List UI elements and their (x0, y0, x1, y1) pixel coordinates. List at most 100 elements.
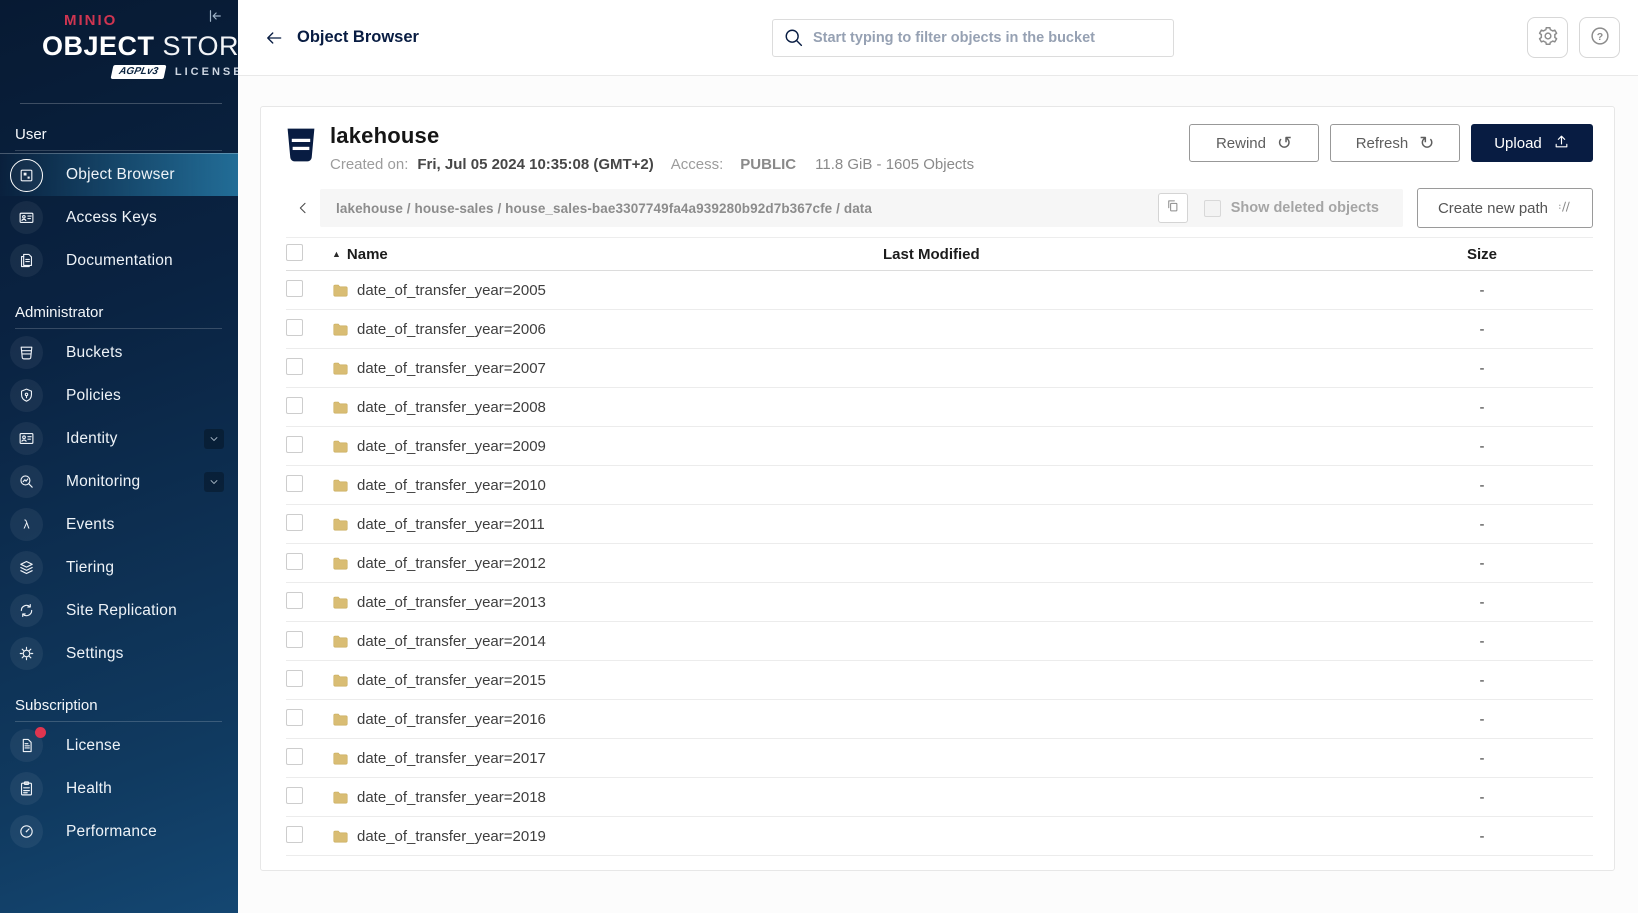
row-checkbox[interactable] (286, 592, 303, 609)
row-checkbox[interactable] (286, 475, 303, 492)
sidebar-section-label: Administrator (0, 298, 238, 328)
sidebar-item-policies[interactable]: Policies (0, 374, 238, 417)
settings-button[interactable] (1527, 17, 1568, 58)
access-keys-icon (10, 201, 43, 234)
object-name[interactable]: date_of_transfer_year=2008 (357, 399, 546, 416)
help-button[interactable]: ? (1579, 17, 1620, 58)
row-checkbox[interactable] (286, 631, 303, 648)
sidebar-item-performance[interactable]: Performance (0, 810, 238, 853)
sidebar-item-monitoring[interactable]: Monitoring (0, 460, 238, 503)
show-deleted-toggle[interactable]: Show deleted objects (1204, 200, 1379, 217)
column-header-last-modified[interactable]: Last Modified (883, 238, 1371, 271)
sidebar-item-settings[interactable]: Settings (0, 632, 238, 675)
folder-icon (332, 321, 349, 338)
object-name[interactable]: date_of_transfer_year=2011 (357, 516, 545, 533)
table-row[interactable]: date_of_transfer_year=2018 - (286, 778, 1593, 817)
table-row[interactable]: date_of_transfer_year=2007 - (286, 349, 1593, 388)
sidebar-item-label: Performance (66, 823, 157, 841)
events-icon: λ (10, 508, 43, 541)
table-row[interactable]: date_of_transfer_year=2005 - (286, 271, 1593, 310)
show-deleted-checkbox[interactable] (1204, 200, 1221, 217)
refresh-button[interactable]: Refresh ↻ (1330, 124, 1460, 162)
sidebar-item-site-replication[interactable]: Site Replication (0, 589, 238, 632)
row-checkbox[interactable] (286, 397, 303, 414)
object-size: - (1371, 505, 1593, 544)
table-row[interactable]: date_of_transfer_year=2016 - (286, 700, 1593, 739)
object-name[interactable]: date_of_transfer_year=2012 (357, 555, 546, 572)
table-row[interactable]: date_of_transfer_year=2015 - (286, 661, 1593, 700)
sidebar-item-tiering[interactable]: Tiering (0, 546, 238, 589)
copy-path-button[interactable] (1158, 193, 1188, 223)
object-last-modified (883, 271, 1371, 310)
notification-dot (35, 727, 46, 738)
object-size: - (1371, 739, 1593, 778)
column-header-name[interactable]: ▲Name (332, 238, 883, 271)
collapse-sidebar-icon[interactable] (206, 7, 228, 29)
object-name[interactable]: date_of_transfer_year=2010 (357, 477, 546, 494)
chevron-down-icon[interactable] (204, 429, 224, 449)
row-checkbox[interactable] (286, 358, 303, 375)
row-checkbox[interactable] (286, 787, 303, 804)
row-checkbox[interactable] (286, 826, 303, 843)
object-size: - (1371, 466, 1593, 505)
create-new-path-button[interactable]: Create new path (1417, 188, 1593, 228)
rewind-button-label: Rewind (1216, 135, 1266, 152)
table-row[interactable]: date_of_transfer_year=2011 - (286, 505, 1593, 544)
sidebar-item-access-keys[interactable]: Access Keys (0, 196, 238, 239)
sidebar-item-documentation[interactable]: Documentation (0, 239, 238, 282)
table-row[interactable]: date_of_transfer_year=2009 - (286, 427, 1593, 466)
back-arrow-icon[interactable] (264, 28, 284, 48)
table-row[interactable]: date_of_transfer_year=2006 - (286, 310, 1593, 349)
sort-ascending-icon[interactable]: ▲ (332, 249, 341, 259)
row-checkbox[interactable] (286, 748, 303, 765)
table-row[interactable]: date_of_transfer_year=2019 - (286, 817, 1593, 856)
row-checkbox[interactable] (286, 436, 303, 453)
object-name[interactable]: date_of_transfer_year=2016 (357, 711, 546, 728)
object-name[interactable]: date_of_transfer_year=2017 (357, 750, 546, 767)
sidebar-item-license[interactable]: License (0, 724, 238, 767)
folder-icon (332, 672, 349, 689)
object-size: - (1371, 817, 1593, 856)
row-checkbox[interactable] (286, 514, 303, 531)
object-name[interactable]: date_of_transfer_year=2006 (357, 321, 546, 338)
license-word: LICENSE (175, 66, 238, 78)
chevron-down-icon[interactable] (204, 472, 224, 492)
row-checkbox[interactable] (286, 319, 303, 336)
rewind-button[interactable]: Rewind ↺ (1189, 124, 1319, 162)
row-checkbox[interactable] (286, 709, 303, 726)
table-row[interactable]: date_of_transfer_year=2017 - (286, 739, 1593, 778)
sidebar-item-buckets[interactable]: Buckets (0, 331, 238, 374)
path-back-chevron-icon[interactable] (286, 189, 320, 227)
object-name[interactable]: date_of_transfer_year=2019 (357, 828, 546, 845)
table-row[interactable]: date_of_transfer_year=2014 - (286, 622, 1593, 661)
sidebar-nav: UserObject BrowserAccess KeysDocumentati… (0, 120, 238, 853)
table-row[interactable]: date_of_transfer_year=2013 - (286, 583, 1593, 622)
sidebar-item-events[interactable]: λEvents (0, 503, 238, 546)
breadcrumb[interactable]: lakehouse / house-sales / house_sales-ba… (336, 201, 1158, 216)
object-name[interactable]: date_of_transfer_year=2007 (357, 360, 546, 377)
row-checkbox[interactable] (286, 670, 303, 687)
sidebar-item-health[interactable]: Health (0, 767, 238, 810)
sidebar-item-identity[interactable]: Identity (0, 417, 238, 460)
object-name[interactable]: date_of_transfer_year=2014 (357, 633, 546, 650)
table-row[interactable]: date_of_transfer_year=2010 - (286, 466, 1593, 505)
table-row[interactable]: date_of_transfer_year=2008 - (286, 388, 1593, 427)
table-row[interactable]: date_of_transfer_year=2012 - (286, 544, 1593, 583)
upload-button[interactable]: Upload (1471, 124, 1593, 162)
folder-icon (332, 555, 349, 572)
column-header-size[interactable]: Size (1371, 238, 1593, 271)
select-all-checkbox[interactable] (286, 244, 303, 261)
row-checkbox[interactable] (286, 553, 303, 570)
object-name[interactable]: date_of_transfer_year=2018 (357, 789, 546, 806)
object-name[interactable]: date_of_transfer_year=2009 (357, 438, 546, 455)
row-checkbox[interactable] (286, 280, 303, 297)
object-name[interactable]: date_of_transfer_year=2013 (357, 594, 546, 611)
sidebar-item-object-browser[interactable]: Object Browser (0, 153, 238, 196)
object-browser-icon (10, 159, 43, 192)
access-value[interactable]: PUBLIC (740, 156, 796, 173)
sidebar-item-label: Documentation (66, 252, 173, 270)
sidebar-item-label: Object Browser (66, 166, 175, 184)
object-name[interactable]: date_of_transfer_year=2015 (357, 672, 546, 689)
object-name[interactable]: date_of_transfer_year=2005 (357, 282, 546, 299)
filter-objects-input[interactable] (772, 19, 1174, 57)
